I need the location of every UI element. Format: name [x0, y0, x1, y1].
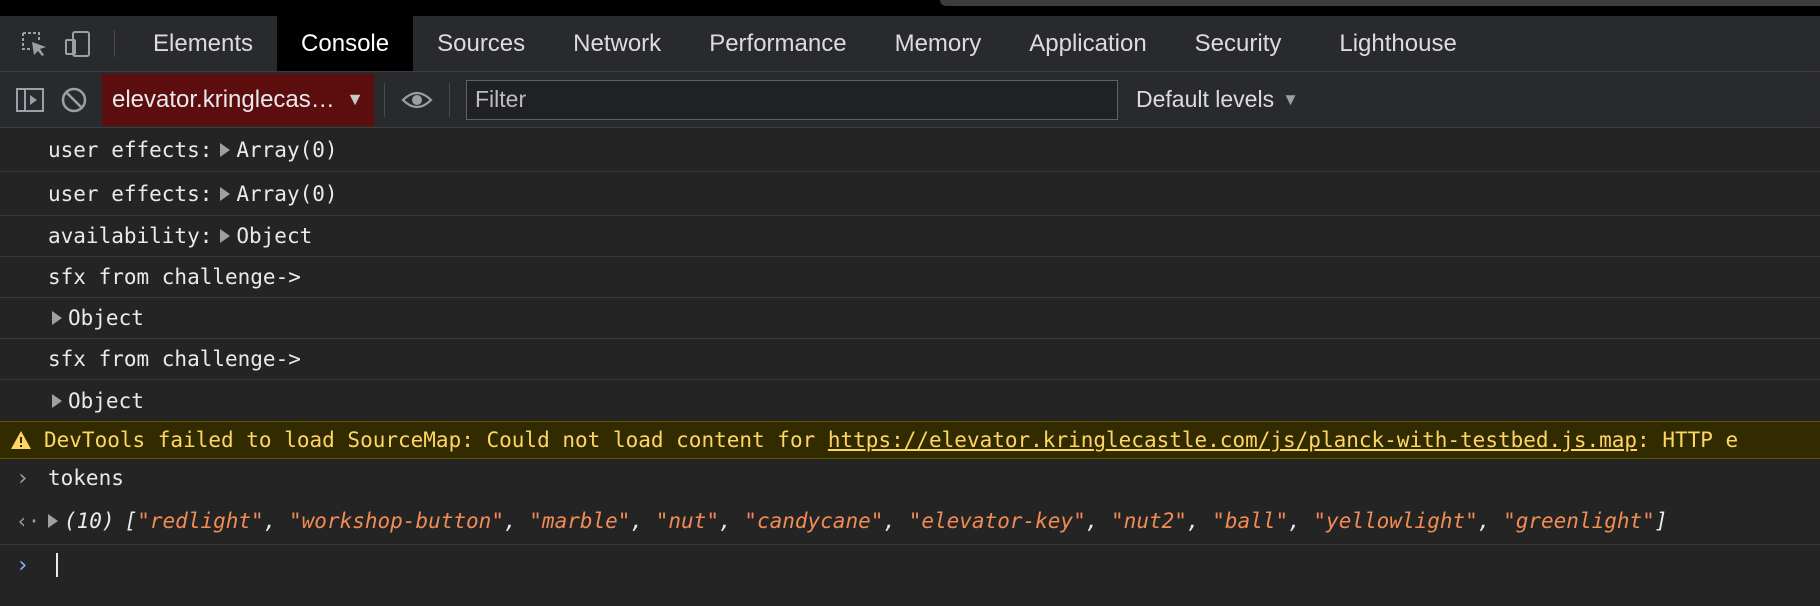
log-text: sfx from challenge->: [48, 347, 301, 371]
device-toolbar-icon[interactable]: [56, 16, 100, 71]
array-item-string: "redlight": [137, 508, 264, 533]
array-comma: ,: [503, 508, 530, 533]
context-label: elevator.kringlecas…: [112, 85, 335, 113]
array-item-value: candycane: [756, 508, 871, 533]
sidebar-toggle-icon[interactable]: [8, 72, 52, 128]
console-log-row: user effects: Array(0): [0, 172, 1820, 216]
chevron-down-icon: ▼: [346, 89, 364, 109]
expand-triangle-icon[interactable]: [52, 393, 62, 408]
tab-sources[interactable]: Sources: [413, 16, 549, 71]
input-echo: tokens: [48, 466, 124, 490]
tab-list: Elements Console Sources Network Performance…: [129, 16, 1481, 71]
chevron-down-icon: ▼: [1282, 89, 1299, 109]
tab-separator: [114, 30, 115, 57]
array-comma: ,: [1186, 508, 1213, 533]
log-value[interactable]: Object: [236, 224, 312, 248]
log-levels-label: Default levels: [1136, 86, 1275, 112]
array-item-value: marble: [541, 508, 618, 533]
window-top-strip: [0, 0, 1820, 16]
array-item-value: redlight: [149, 508, 252, 533]
context-selector[interactable]: elevator.kringlecas… ▼: [102, 73, 374, 126]
array-item-value: greenlight: [1515, 508, 1643, 533]
array-item-string: "greenlight": [1503, 508, 1655, 533]
array-comma: ,: [1288, 508, 1314, 533]
array-comma: ,: [630, 508, 656, 533]
array-item-value: ball: [1224, 508, 1276, 533]
array-item-string: "candycane": [744, 508, 884, 533]
array-comma: ,: [1477, 508, 1504, 533]
expand-triangle-icon[interactable]: [220, 142, 231, 157]
array-item-string: "ball": [1212, 508, 1289, 533]
console-log-row: Object: [0, 298, 1820, 339]
console-result-row: ‹· (10) [ "redlight", "workshop-button",…: [0, 497, 1820, 545]
array-comma: ,: [1085, 508, 1112, 533]
warning-icon: [10, 430, 32, 450]
toolbar-separator: [384, 82, 385, 117]
console-warning-row: DevTools failed to load SourceMap: Could…: [0, 421, 1820, 459]
console-input-echo-row: › tokens: [0, 459, 1820, 497]
sourcemap-link[interactable]: https://elevator.kringlecastle.com/js/pl…: [828, 428, 1637, 452]
array-open-bracket: [: [124, 508, 138, 533]
log-value[interactable]: Object: [68, 306, 144, 330]
top-scrollbar-thumb[interactable]: [940, 0, 1820, 6]
array-item-string: "yellowlight": [1313, 508, 1478, 533]
tab-security[interactable]: Security: [1171, 16, 1306, 71]
array-item-value: yellowlight: [1326, 508, 1466, 533]
console-toolbar: elevator.kringlecas… ▼ Default levels ▼: [0, 72, 1820, 128]
expand-triangle-icon[interactable]: [48, 513, 58, 528]
log-value[interactable]: Object: [68, 389, 144, 413]
tab-elements[interactable]: Elements: [129, 16, 277, 71]
tab-memory[interactable]: Memory: [871, 16, 1006, 71]
log-value[interactable]: Array(0): [236, 182, 337, 206]
expand-triangle-icon[interactable]: [220, 229, 231, 243]
expand-triangle-icon[interactable]: [220, 186, 231, 201]
array-item-value: workshop-button: [301, 508, 492, 533]
warning-prefix: DevTools failed to load SourceMap: Could…: [44, 428, 828, 452]
log-levels-dropdown[interactable]: Default levels ▼: [1136, 86, 1299, 113]
tab-performance[interactable]: Performance: [685, 16, 870, 71]
log-prefix: availability:: [48, 224, 213, 248]
chevron-right-icon: ›: [16, 465, 30, 491]
console-log-row: Object: [0, 380, 1820, 421]
devtools-tab-bar: Elements Console Sources Network Performance…: [0, 16, 1820, 72]
array-comma: ,: [718, 508, 745, 533]
array-item-value: nut2: [1123, 508, 1175, 533]
array-comma: ,: [263, 508, 289, 533]
console-prompt-row[interactable]: ›: [0, 545, 1820, 585]
expand-triangle-icon[interactable]: [52, 311, 62, 325]
console-log-row: user effects: Array(0): [0, 128, 1820, 172]
live-expression-eye-icon[interactable]: [395, 72, 439, 128]
array-comma: ,: [883, 508, 909, 533]
prompt-chevron-icon: ›: [16, 552, 30, 578]
array-item-value: nut: [668, 508, 707, 533]
array-close-bracket: ]: [1654, 508, 1668, 533]
array-item-string: "nut2": [1111, 508, 1187, 533]
array-item-string: "workshop-button": [289, 508, 504, 533]
filter-input[interactable]: [466, 79, 1118, 120]
log-value[interactable]: Array(0): [236, 138, 337, 162]
array-items: "redlight", "workshop-button", "marble",…: [137, 509, 1655, 533]
log-prefix: user effects:: [48, 137, 213, 162]
result-arrow-icon: ‹·: [16, 508, 41, 533]
tab-application[interactable]: Application: [1005, 16, 1170, 71]
array-item-string: "elevator-key": [908, 508, 1086, 533]
warning-suffix: : HTTP e: [1637, 428, 1739, 452]
tab-console[interactable]: Console: [277, 16, 414, 71]
array-count[interactable]: (10): [64, 509, 115, 533]
console-log-row: sfx from challenge->: [0, 257, 1820, 298]
console-output: user effects: Array(0) user effects: Arr…: [0, 128, 1820, 585]
console-log-row: availability: Object: [0, 216, 1820, 257]
array-item-string: "nut": [655, 508, 719, 533]
inspect-element-icon[interactable]: [12, 16, 56, 71]
log-text: sfx from challenge->: [48, 265, 301, 289]
tab-lighthouse[interactable]: Lighthouse: [1315, 16, 1480, 71]
clear-console-icon[interactable]: [52, 72, 96, 128]
tab-network[interactable]: Network: [549, 16, 685, 71]
console-log-row: sfx from challenge->: [0, 339, 1820, 380]
toolbar-separator: [449, 82, 450, 117]
text-caret: [56, 553, 58, 577]
array-item-string: "marble": [529, 508, 631, 533]
array-item-value: elevator-key: [921, 508, 1074, 533]
log-prefix: user effects:: [48, 181, 213, 206]
